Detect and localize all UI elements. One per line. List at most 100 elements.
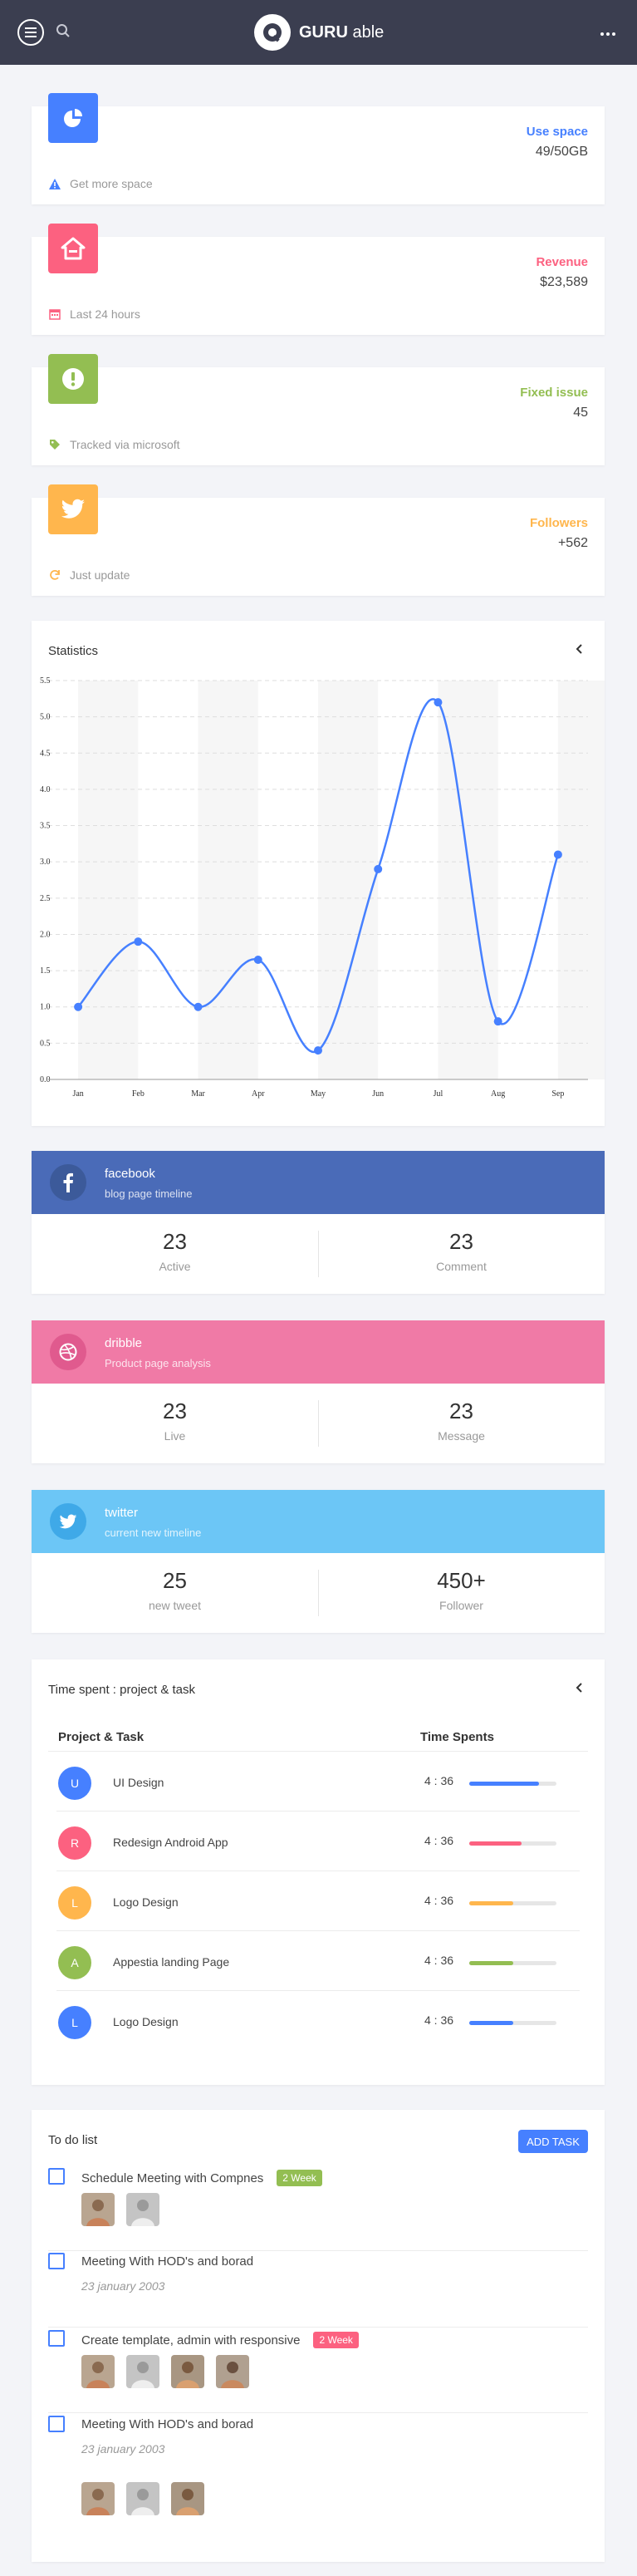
calendar-icon <box>48 307 61 321</box>
stat-card-revenue: Revenue $23,589 Last 24 hours <box>32 224 605 335</box>
avatar: L <box>58 2006 91 2039</box>
chart-data-point <box>314 1046 322 1055</box>
brand-name: GURU able <box>299 22 385 42</box>
social-stat-value: 25 <box>163 1568 187 1593</box>
column-header-time: Time Spents <box>420 1730 494 1744</box>
chart-data-point <box>74 1002 83 1011</box>
todo-checkbox[interactable] <box>48 2253 65 2269</box>
todo-text: Schedule Meeting with Compnes 2 Week <box>81 2170 322 2186</box>
assignee-avatar[interactable] <box>126 2355 159 2388</box>
deadline-badge: 2 Week <box>313 2332 359 2348</box>
alert-circle-icon <box>48 354 98 404</box>
stat-footer[interactable]: Get more space <box>48 177 153 190</box>
social-stat-right: 23 Comment <box>318 1214 605 1294</box>
assignee-photos <box>81 2355 261 2388</box>
social-card-dribbble: dribble Product page analysis 23 Live 23… <box>32 1320 605 1463</box>
column-header-project: Project & Task <box>58 1730 145 1744</box>
task-time: 4 : 36 <box>424 1834 454 1847</box>
todo-checkbox[interactable] <box>48 2168 65 2185</box>
stat-title: Followers <box>529 516 588 530</box>
progress-fill <box>469 1782 539 1786</box>
search-button[interactable] <box>56 23 72 40</box>
stat-title: Revenue <box>536 255 588 269</box>
chart-ytick-label: 4.5 <box>40 749 51 758</box>
todo-checkbox[interactable] <box>48 2330 65 2347</box>
table-row[interactable]: R Redesign Android App 4 : 36 <box>56 1812 580 1871</box>
todo-label: Meeting With HOD's and borad <box>81 2254 254 2269</box>
assignee-avatar[interactable] <box>81 2482 115 2515</box>
table-row[interactable]: L Logo Design 4 : 36 <box>56 1871 580 1931</box>
more-options-button[interactable] <box>600 23 618 40</box>
social-stat-left: 25 new tweet <box>32 1553 318 1633</box>
social-subtitle: Product page analysis <box>105 1357 211 1369</box>
social-stat-value: 450+ <box>437 1568 486 1593</box>
assignee-photos <box>81 2482 216 2515</box>
menu-toggle-button[interactable] <box>17 19 44 46</box>
todo-item: Schedule Meeting with Compnes 2 Week <box>48 2168 588 2251</box>
chart-ytick-label: 3.5 <box>40 822 51 831</box>
social-stat-left: 23 Active <box>32 1214 318 1294</box>
social-stat-value: 23 <box>449 1229 473 1254</box>
assignee-avatar[interactable] <box>126 2193 159 2226</box>
table-row[interactable]: U UI Design 4 : 36 <box>56 1752 580 1812</box>
stat-footer-text: Tracked via microsoft <box>70 438 180 451</box>
facebook-icon[interactable] <box>50 1164 86 1201</box>
chevron-left-icon <box>576 1683 582 1693</box>
stat-footer-text: Get more space <box>70 177 153 190</box>
chart-band <box>318 681 379 1079</box>
twitter-icon[interactable] <box>50 1503 86 1540</box>
chart-data-point <box>253 956 262 964</box>
stat-card-followers: Followers +562 Just update <box>32 484 605 596</box>
task-name: Appestia landing Page <box>113 1955 230 1969</box>
assignee-avatar[interactable] <box>81 2193 115 2226</box>
table-row[interactable]: A Appestia landing Page 4 : 36 <box>56 1931 580 1991</box>
stat-footer[interactable]: Just update <box>48 568 130 582</box>
progress-fill <box>469 1901 513 1905</box>
chart-data-point <box>553 850 562 859</box>
add-task-button[interactable]: ADD TASK <box>518 2130 588 2153</box>
hamburger-icon <box>25 27 37 37</box>
todo-label: Create template, admin with responsive <box>81 2333 301 2347</box>
assignee-avatar[interactable] <box>171 2482 204 2515</box>
stat-footer[interactable]: Tracked via microsoft <box>48 438 180 451</box>
search-icon <box>56 24 70 37</box>
twitter-icon <box>48 484 98 534</box>
todo-text: Meeting With HOD's and borad <box>81 2417 253 2431</box>
social-card-header: twitter current new timeline <box>32 1490 605 1553</box>
table-row[interactable]: L Logo Design 4 : 36 <box>56 1991 580 2051</box>
todo-text: Meeting With HOD's and borad <box>81 2254 253 2269</box>
more-horizontal-icon <box>600 32 615 36</box>
stat-value: 49/50GB <box>535 145 588 159</box>
task-name: Logo Design <box>113 1895 179 1909</box>
chart-data-point <box>434 698 443 707</box>
social-stat-left: 23 Live <box>32 1384 318 1463</box>
warning-icon <box>48 177 61 190</box>
task-time: 4 : 36 <box>424 1894 454 1907</box>
chart-xtick-label: Aug <box>491 1089 505 1099</box>
social-card-header: dribble Product page analysis <box>32 1320 605 1384</box>
social-card-facebook: facebook blog page timeline 23 Active 23… <box>32 1151 605 1294</box>
collapse-button[interactable] <box>573 1681 586 1694</box>
brand-logo[interactable]: GURU able <box>254 13 384 52</box>
assignee-avatar[interactable] <box>216 2355 249 2388</box>
assignee-avatar[interactable] <box>81 2355 115 2388</box>
progress-bar <box>469 1782 556 1786</box>
stat-footer[interactable]: Last 24 hours <box>48 307 140 321</box>
stat-value: +562 <box>557 536 588 550</box>
task-time: 4 : 36 <box>424 1774 454 1787</box>
task-name: Logo Design <box>113 2015 179 2028</box>
chart-xtick-label: Jul <box>434 1089 443 1099</box>
chart-ytick-label: 2.0 <box>40 930 51 939</box>
progress-bar <box>469 1841 556 1846</box>
avatar: U <box>58 1767 91 1800</box>
assignee-avatar[interactable] <box>126 2482 159 2515</box>
progress-fill <box>469 1841 522 1846</box>
todo-checkbox[interactable] <box>48 2416 65 2432</box>
chart-data-point <box>134 937 143 946</box>
dribbble-icon[interactable] <box>50 1334 86 1370</box>
assignee-avatar[interactable] <box>171 2355 204 2388</box>
chart-data-point <box>194 1002 203 1011</box>
stat-footer-text: Last 24 hours <box>70 307 140 321</box>
progress-fill <box>469 1961 513 1965</box>
social-stat-value: 23 <box>163 1229 187 1254</box>
